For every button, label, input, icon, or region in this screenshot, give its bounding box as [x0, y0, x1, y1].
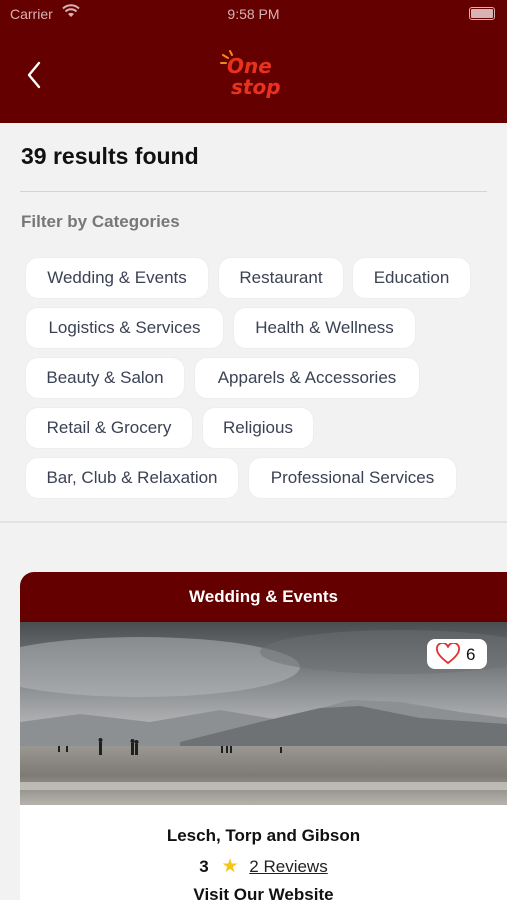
results-count-title: 39 results found	[21, 143, 199, 169]
status-bar: Carrier 9:58 PM	[0, 0, 507, 28]
category-chip-wedding-events[interactable]: Wedding & Events	[26, 258, 208, 298]
rating-value: 3	[199, 857, 209, 876]
visit-website-link[interactable]: Visit Our Website	[20, 885, 507, 900]
star-icon: ★	[221, 856, 239, 877]
app-logo: One stop	[219, 50, 291, 99]
chevron-left-icon	[27, 61, 41, 89]
category-chip-apparels-accessories[interactable]: Apparels & Accessories	[195, 358, 419, 398]
filter-title: Filter by Categories	[21, 212, 180, 231]
reviews-link[interactable]: 2 Reviews	[249, 857, 327, 876]
svg-text:stop: stop	[231, 75, 281, 98]
back-button[interactable]	[22, 58, 52, 92]
category-chip-restaurant[interactable]: Restaurant	[219, 258, 343, 298]
business-name: Lesch, Torp and Gibson	[166, 826, 361, 845]
business-card[interactable]: Wedding & Events 6 Lesch, Torp and Gibso…	[20, 572, 507, 900]
favorite-count: 6	[466, 645, 476, 664]
category-chip-religious[interactable]: Religious	[203, 408, 313, 448]
card-category-header: Wedding & Events	[20, 572, 507, 622]
category-chip-bar-club-relaxation[interactable]: Bar, Club & Relaxation	[26, 458, 238, 498]
rating-row: 3 ★ 2 Reviews	[20, 855, 507, 878]
app-header: Carrier 9:58 PM One stop	[0, 0, 507, 123]
category-chip-health-wellness[interactable]: Health & Wellness	[234, 308, 415, 348]
category-chip-retail-grocery[interactable]: Retail & Grocery	[26, 408, 192, 448]
category-chip-education[interactable]: Education	[353, 258, 470, 298]
battery-icon	[469, 7, 495, 20]
divider	[20, 191, 487, 192]
category-chip-beauty-salon[interactable]: Beauty & Salon	[26, 358, 184, 398]
favorite-button[interactable]: 6	[427, 639, 487, 669]
category-chip-logistics-services[interactable]: Logistics & Services	[26, 308, 223, 348]
status-time: 9:58 PM	[227, 6, 280, 22]
category-chip-professional-services[interactable]: Professional Services	[249, 458, 456, 498]
heart-icon	[436, 643, 460, 665]
section-divider	[0, 521, 507, 523]
